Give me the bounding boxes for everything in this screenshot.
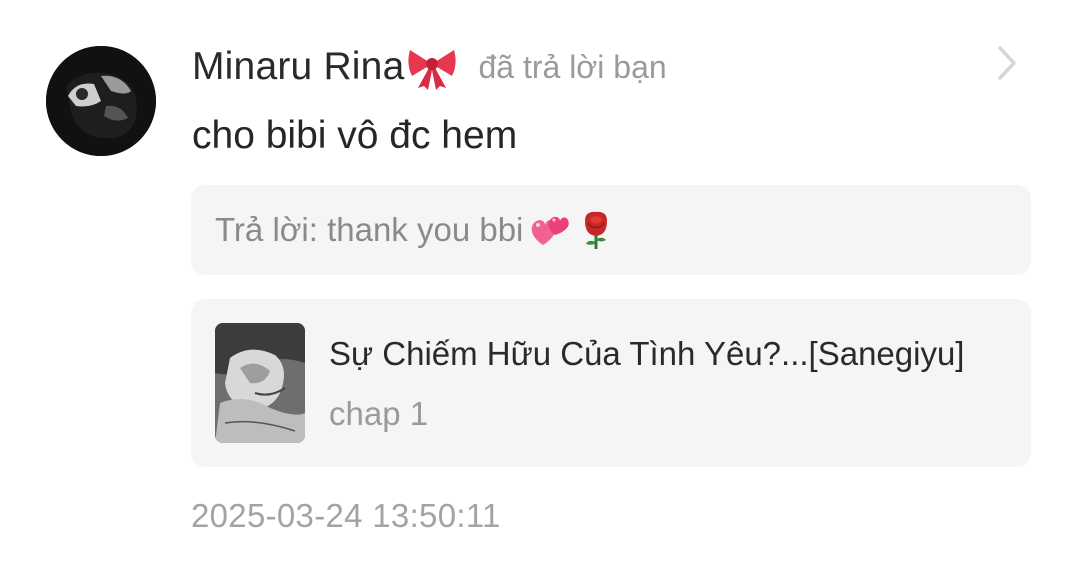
bow-icon — [406, 44, 458, 90]
timestamp: 2025-03-24 13:50:11 — [191, 497, 501, 534]
story-card[interactable]: Sự Chiếm Hữu Của Tình Yêu?...[Sanegiyu] … — [191, 299, 1031, 467]
rose-icon — [575, 209, 617, 251]
hearts-icon — [529, 209, 571, 251]
story-title[interactable]: Sự Chiếm Hữu Của Tình Yêu?...[Sanegiyu] — [329, 335, 964, 373]
quoted-reply-line: Trả lời: thank you bbi — [215, 209, 617, 251]
avatar[interactable] — [46, 46, 156, 156]
reply-notification[interactable]: Minaru Rina đã trả lời bạn cho bibi vô đ… — [0, 0, 1078, 585]
story-cover-image — [215, 323, 305, 443]
chevron-right-icon[interactable] — [992, 44, 1022, 82]
quoted-reply[interactable]: Trả lời: thank you bbi — [191, 185, 1031, 275]
notification-header: Minaru Rina đã trả lời bạn — [192, 40, 667, 94]
action-text: đã trả lời bạn — [478, 48, 667, 85]
story-chapter: chap 1 — [329, 395, 429, 432]
quoted-reply-text: Trả lời: thank you bbi — [215, 211, 524, 248]
username[interactable]: Minaru Rina — [192, 45, 404, 89]
reply-message: cho bibi vô đc hem — [192, 114, 518, 157]
